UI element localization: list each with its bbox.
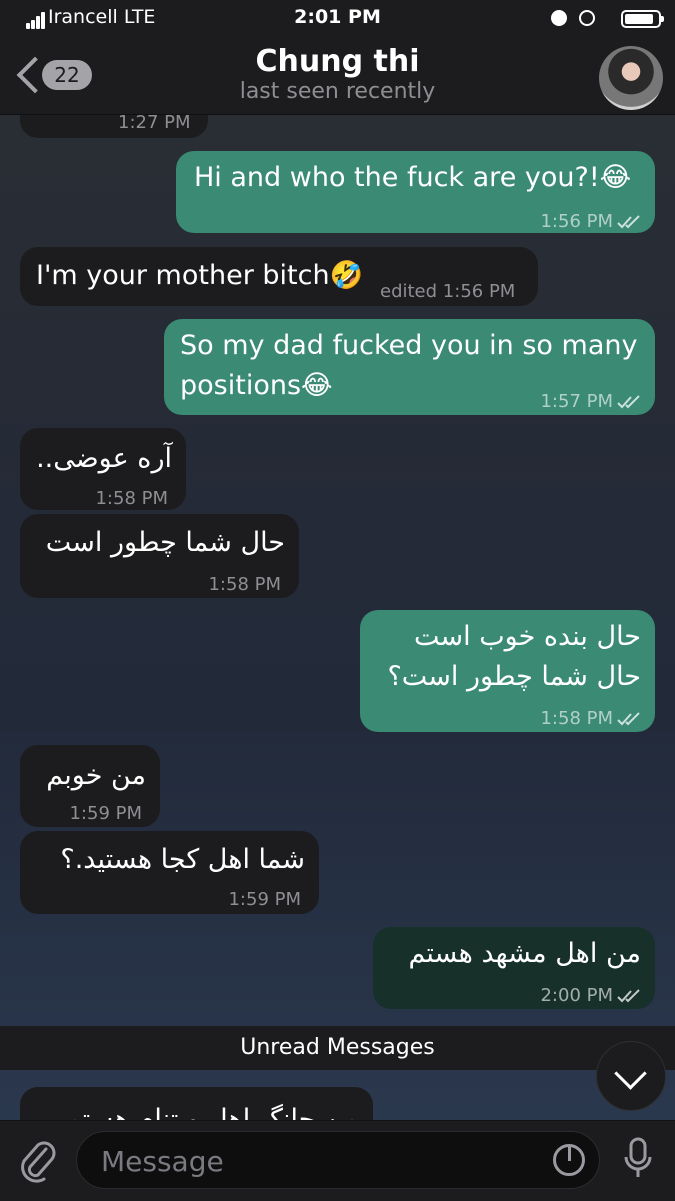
attachment-button[interactable] [18, 1137, 58, 1183]
message-bubble-outgoing[interactable]: من اهل مشهد هستم 2:00 PM [373, 927, 655, 1009]
status-bar: Irancell LTE 2:01 PM [0, 6, 675, 32]
message-text-line-1: حال بنده خوب است [414, 621, 641, 652]
message-bubble-outgoing[interactable]: So my dad fucked you in so many position… [164, 319, 655, 415]
message-text: حال شما چطور است [45, 527, 285, 558]
message-text: شما اهل کجا هستید.؟ [60, 844, 305, 875]
read-checks-icon [617, 989, 643, 1003]
contact-avatar[interactable] [599, 46, 663, 110]
message-time: 1:59 PM [228, 889, 301, 910]
message-bubble-outgoing[interactable]: Hi and who the fuck are you?!😂 1:56 PM [176, 151, 655, 233]
message-text-line-2: positions😂 [180, 370, 333, 401]
message-text-line-1: So my dad fucked you in so many [180, 330, 638, 361]
message-bubble-incoming[interactable]: شما اهل کجا هستید.؟ 1:59 PM [20, 831, 319, 914]
message-bubble-incoming[interactable]: من خوبم 1:59 PM [20, 745, 160, 827]
scroll-down-icon [614, 1057, 647, 1090]
message-time: 1:58 PM [95, 488, 168, 509]
message-text: I'm your mother bitch🤣 [36, 260, 364, 291]
message-text: من خوبم [46, 760, 146, 791]
message-composer [0, 1120, 675, 1201]
edited-label: edited [380, 281, 438, 302]
microphone-button[interactable] [623, 1135, 653, 1185]
chat-title[interactable]: Chung thi [0, 44, 675, 79]
battery-level [625, 14, 653, 24]
message-time: 1:58 PM [208, 574, 281, 595]
read-checks-icon [617, 215, 643, 229]
message-bubble-incoming[interactable]: حال شما چطور است 1:58 PM [20, 514, 299, 598]
read-checks-icon [617, 712, 643, 726]
message-text: Hi and who the fuck are you?!😂 [194, 162, 632, 193]
message-text: من اهل مشهد هستم [408, 938, 641, 969]
sticker-icon[interactable] [553, 1144, 585, 1176]
message-text: آره عوضی.. [36, 443, 172, 474]
message-time: 2:00 PM [540, 985, 613, 1006]
message-time: 1:59 PM [69, 803, 142, 824]
unread-messages-divider: Unread Messages [0, 1026, 675, 1070]
message-time: 1:56 PM [442, 281, 516, 302]
vpn-globe-icon [551, 10, 567, 26]
message-time: 1:57 PM [540, 391, 613, 412]
attachment-icon [21, 1141, 56, 1183]
last-seen-status: last seen recently [239, 79, 436, 104]
read-checks-icon [617, 395, 643, 409]
scroll-down-button[interactable] [596, 1041, 666, 1111]
message-bubble-incoming[interactable]: آره عوضی.. 1:58 PM [20, 428, 186, 510]
message-bubble-incoming[interactable]: I'm your mother bitch🤣 edited 1:56 PM [20, 247, 538, 306]
message-input-field[interactable] [76, 1131, 600, 1189]
message-bubble-outgoing[interactable]: حال بنده خوب است حال شما چطور است؟ 1:58 … [360, 610, 655, 732]
message-text-line-2: حال شما چطور است؟ [387, 661, 641, 692]
rotation-lock-icon [579, 10, 595, 26]
message-time: 1:58 PM [540, 708, 613, 729]
message-time: 1:56 PM [540, 211, 613, 232]
microphone-icon [624, 1137, 652, 1177]
message-input[interactable] [99, 1140, 523, 1182]
battery-icon [621, 10, 664, 28]
chat-header: Irancell LTE 2:01 PM 22 Chung thi last s… [0, 0, 675, 115]
